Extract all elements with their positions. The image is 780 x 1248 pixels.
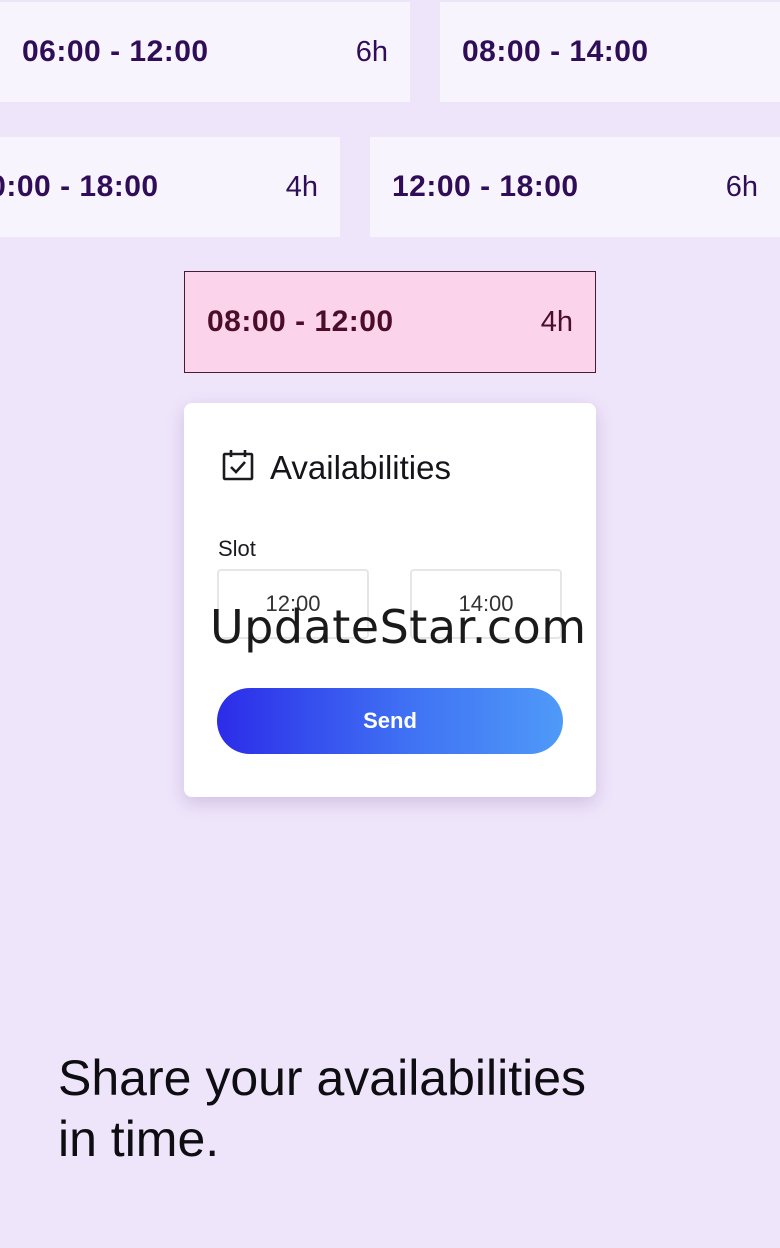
slot-duration: 4h: [285, 170, 318, 203]
slot-time: 08:00 - 14:00: [462, 35, 649, 68]
slot-time: 06:00 - 12:00: [22, 35, 209, 68]
slot-time: 12:00 - 18:00: [392, 170, 579, 203]
tagline-line-2: in time.: [58, 1111, 220, 1167]
slot-duration: 6h: [355, 35, 388, 68]
time-slot-card[interactable]: 10:00 - 18:00 4h: [0, 137, 340, 237]
time-slot-card[interactable]: 06:00 - 12:00 6h: [0, 2, 410, 102]
card-header: Availabilities: [220, 447, 451, 488]
availabilities-card: Availabilities Slot 12:00 14:00 Send: [184, 403, 596, 797]
time-slot-card[interactable]: 12:00 - 18:00 6h: [370, 137, 780, 237]
tagline: Share your availabilities in time.: [58, 1048, 718, 1170]
slot-end-field[interactable]: 14:00: [410, 569, 562, 639]
slot-time: 10:00 - 18:00: [0, 170, 159, 203]
slot-label: Slot: [218, 536, 256, 561]
slot-duration: 4h: [540, 305, 573, 338]
selected-time-slot-card[interactable]: 08:00 - 12:00 4h: [184, 271, 596, 373]
slot-start-field[interactable]: 12:00: [217, 569, 369, 639]
card-title: Availabilities: [270, 448, 451, 486]
slot-duration: 6h: [725, 170, 758, 203]
tagline-line-1: Share your availabilities: [58, 1050, 587, 1106]
calendar-check-icon: [220, 447, 256, 488]
send-button[interactable]: Send: [217, 688, 563, 754]
slot-time: 08:00 - 12:00: [207, 305, 394, 338]
time-slot-card[interactable]: 08:00 - 14:00: [440, 2, 780, 102]
